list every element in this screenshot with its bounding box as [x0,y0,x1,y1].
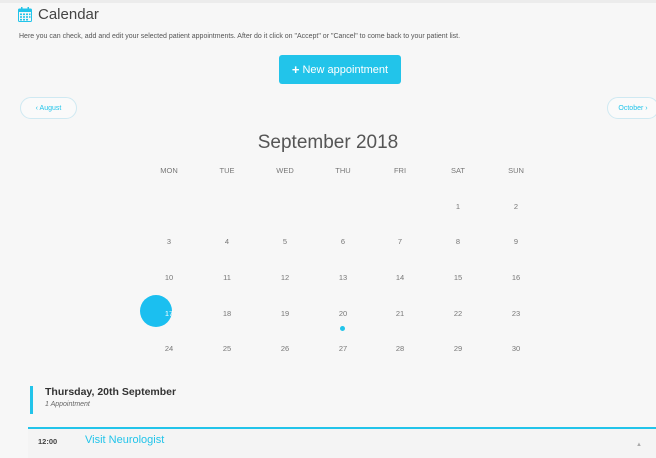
plus-icon: + [291,62,300,77]
calendar-day[interactable]: 2 [504,200,528,214]
page-description: Here you can check, add and edit your se… [19,33,461,40]
appointment-indicator-dot [340,326,345,331]
calendar-day[interactable]: 10 [157,271,181,285]
calendar-day[interactable]: 7 [388,235,412,249]
appointment-count: 1 Appointment [45,401,90,408]
calendar-day[interactable]: 26 [273,342,297,356]
calendar-day[interactable]: 15 [446,271,470,285]
calendar-day[interactable]: 3 [157,235,181,249]
calendar-day[interactable]: 27 [331,342,355,356]
new-appointment-button[interactable]: + New appointment [279,55,401,84]
weekday-label: TUE [219,166,235,175]
weekday-label: THU [335,166,351,175]
weekday-label: SAT [450,166,466,175]
calendar-day[interactable]: 5 [273,235,297,249]
calendar-day[interactable]: 30 [504,342,528,356]
weekday-label: WED [276,166,294,175]
calendar-icon [18,7,32,22]
top-divider [0,0,656,3]
appointment-row[interactable]: 12:00 Visit Neurologist ▲ [28,427,656,458]
page-header: Calendar [18,6,99,23]
appointment-title-link[interactable]: Visit Neurologist [85,434,164,446]
calendar-day[interactable]: 13 [331,271,355,285]
calendar-day[interactable]: 25 [215,342,239,356]
calendar-day[interactable]: 16 [504,271,528,285]
calendar-day-selected[interactable]: 17 [157,307,181,321]
weekday-label: MON [160,166,178,175]
calendar-day[interactable]: 19 [273,307,297,321]
calendar-day[interactable]: 21 [388,307,412,321]
calendar-day[interactable]: 14 [388,271,412,285]
appointment-day-header: Thursday, 20th September 1 Appointment [30,386,176,414]
calendar-day[interactable]: 6 [331,235,355,249]
calendar-day[interactable]: 8 [446,235,470,249]
calendar-day[interactable]: 1 [446,200,470,214]
calendar-day[interactable]: 23 [504,307,528,321]
appointment-day-title: Thursday, 20th September [45,386,177,398]
calendar-day[interactable]: 4 [215,235,239,249]
appointment-time: 12:00 [38,437,58,446]
calendar-day[interactable]: 24 [157,342,181,356]
calendar-day[interactable]: 9 [504,235,528,249]
month-title: September 2018 [257,132,399,153]
page-title: Calendar [38,6,99,23]
calendar-day[interactable]: 12 [273,271,297,285]
calendar-day[interactable]: 28 [388,342,412,356]
calendar-day[interactable]: 22 [446,307,470,321]
new-appointment-label: New appointment [302,63,389,76]
next-month-button[interactable]: October › [607,97,656,119]
weekday-label: SUN [508,166,524,175]
calendar-day[interactable]: 18 [215,307,239,321]
calendar-day[interactable]: 11 [215,271,239,285]
weekday-label: FRI [393,166,407,175]
calendar-day[interactable]: 29 [446,342,470,356]
previous-month-button[interactable]: ‹ August [20,97,77,119]
collapse-caret-icon[interactable]: ▲ [636,442,642,448]
calendar-day[interactable]: 20 [331,307,355,321]
